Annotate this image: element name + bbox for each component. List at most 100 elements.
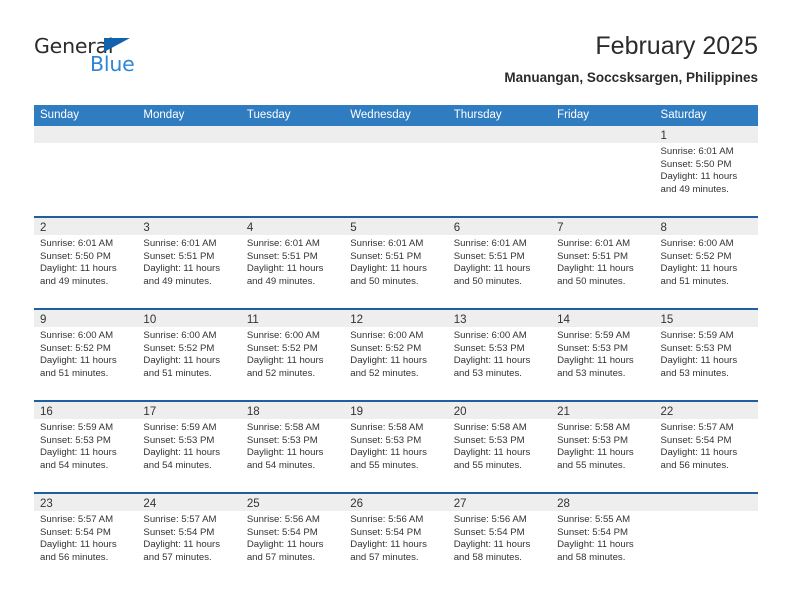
sunrise-text: Sunrise: 5:59 AM — [143, 422, 217, 433]
calendar-day-cell[interactable]: 8 Sunrise: 6:00 AM Sunset: 5:52 PM Daylight… — [654, 218, 758, 308]
sunrise-text: Sunrise: 5:56 AM — [246, 514, 320, 525]
sunset-text: Sunset: 5:53 PM — [350, 434, 422, 446]
daylight-text-line2: and 50 minutes. — [453, 275, 522, 287]
weekday-header-tuesday: Tuesday — [246, 109, 291, 121]
sunrise-text: Sunrise: 6:01 AM — [557, 238, 631, 249]
daylight-text-line1: Daylight: 11 hours — [246, 355, 324, 367]
sunset-text: Sunset: 5:52 PM — [40, 342, 111, 354]
calendar-day-cell[interactable]: 12 Sunrise: 6:00 AM Sunset: 5:52 PM Dayligh… — [344, 310, 448, 400]
day-details: Sunrise: 6:00 AM Sunset: 5:52 PM Daylight:… — [344, 327, 447, 380]
day-details: Sunrise: 5:56 AM Sunset: 5:54 PM Daylight:… — [344, 511, 447, 564]
calendar-day-cell[interactable]: 21 Sunrise: 5:58 AM Sunset: 5:53 PM Dayligh… — [551, 402, 655, 492]
day-details: Sunrise: 6:01 AM Sunset: 5:51 PM Daylight:… — [551, 235, 654, 288]
calendar-day-cell[interactable]: 26 Sunrise: 5:56 AM Sunset: 5:54 PM Dayligh… — [344, 494, 448, 584]
day-number-band: 17 — [137, 402, 241, 419]
day-number: 21 — [557, 406, 570, 418]
daylight-text-line2: and 58 minutes. — [453, 551, 522, 563]
weekday-header-wednesday: Wednesday — [350, 109, 411, 121]
day-details: Sunrise: 5:58 AM Sunset: 5:53 PM Daylight:… — [448, 419, 551, 472]
day-number-band: 6 — [447, 218, 552, 235]
daylight-text-line2: and 57 minutes. — [350, 551, 419, 563]
calendar-weeks: 1 Sunrise: 6:01 AM Sunset: 5:50 PM Daylight… — [34, 126, 758, 584]
calendar-day-cell[interactable]: 3 Sunrise: 6:01 AM Sunset: 5:51 PM Daylight… — [137, 218, 241, 308]
calendar-day-cell[interactable]: 2 Sunrise: 6:01 AM Sunset: 5:50 PM Daylight… — [34, 218, 138, 308]
calendar-day-cell[interactable]: 18 Sunrise: 5:58 AM Sunset: 5:53 PM Dayligh… — [240, 402, 345, 492]
calendar-day-cell[interactable]: 14 Sunrise: 5:59 AM Sunset: 5:53 PM Dayligh… — [551, 310, 655, 400]
weekday-header-thursday: Thursday — [453, 109, 502, 121]
day-number: 6 — [453, 222, 461, 234]
day-number: 23 — [40, 498, 53, 510]
day-number: 2 — [40, 222, 47, 234]
day-number-band: 23 — [34, 494, 138, 511]
day-number-band: 15 — [654, 310, 758, 327]
calendar-day-cell[interactable]: 11 Sunrise: 6:00 AM Sunset: 5:52 PM Dayligh… — [240, 310, 345, 400]
daylight-text-line2: and 55 minutes. — [557, 459, 626, 471]
day-number-band — [137, 126, 241, 143]
calendar-day-cell[interactable]: 24 Sunrise: 5:57 AM Sunset: 5:54 PM Dayligh… — [137, 494, 241, 584]
day-number: 10 — [143, 314, 157, 326]
calendar-day-cell[interactable]: 7 Sunrise: 6:01 AM Sunset: 5:51 PM Daylight… — [551, 218, 655, 308]
daylight-text-line2: and 54 minutes. — [143, 459, 212, 471]
calendar-day-cell[interactable]: 5 Sunrise: 6:01 AM Sunset: 5:51 PM Daylight… — [344, 218, 448, 308]
sunset-text: Sunset: 5:53 PM — [453, 342, 525, 354]
daylight-text-line2: and 50 minutes. — [557, 275, 626, 287]
day-details: Sunrise: 6:01 AM Sunset: 5:50 PM Daylight:… — [34, 235, 137, 288]
sunrise-text: Sunrise: 6:00 AM — [350, 330, 424, 341]
daylight-text-line1: Daylight: 11 hours — [350, 539, 427, 551]
daylight-text-line1: Daylight: 11 hours — [143, 539, 221, 551]
daylight-text-line1: Daylight: 11 hours — [660, 447, 738, 459]
day-details: Sunrise: 6:01 AM Sunset: 5:50 PM Daylight:… — [655, 143, 758, 196]
day-number-band — [240, 126, 345, 143]
day-number: 20 — [453, 406, 467, 418]
calendar-day-cell[interactable]: 15 Sunrise: 5:59 AM Sunset: 5:53 PM Dayligh… — [654, 310, 758, 400]
sunrise-text: Sunrise: 5:59 AM — [557, 330, 631, 341]
calendar-day-cell[interactable]: 4 Sunrise: 6:01 AM Sunset: 5:51 PM Daylight… — [240, 218, 345, 308]
sunrise-text: Sunrise: 6:01 AM — [246, 238, 320, 249]
day-number: 5 — [350, 222, 357, 234]
day-number-band: 13 — [447, 310, 552, 327]
calendar-day-cell[interactable]: 13 Sunrise: 6:00 AM Sunset: 5:53 PM Dayligh… — [447, 310, 552, 400]
day-number: 18 — [246, 406, 260, 418]
title-block: February 2025 Manuangan, Soccsksargen, P… — [504, 30, 758, 86]
calendar-day-cell[interactable]: 10 Sunrise: 6:00 AM Sunset: 5:52 PM Dayligh… — [137, 310, 241, 400]
sunrise-text: Sunrise: 5:58 AM — [350, 422, 424, 433]
day-number: 7 — [557, 222, 564, 234]
calendar-day-cell[interactable]: 28 Sunrise: 5:55 AM Sunset: 5:54 PM Dayligh… — [551, 494, 655, 584]
calendar-day-cell[interactable]: 22 Sunrise: 5:57 AM Sunset: 5:54 PM Dayligh… — [654, 402, 758, 492]
calendar-day-cell[interactable]: 16 Sunrise: 5:59 AM Sunset: 5:53 PM Dayligh… — [34, 402, 138, 492]
day-number-band: 10 — [137, 310, 241, 327]
day-number-band: 27 — [447, 494, 552, 511]
brand-logo[interactable]: General Blue — [34, 34, 234, 90]
calendar-day-cell[interactable]: 20 Sunrise: 5:58 AM Sunset: 5:53 PM Dayligh… — [447, 402, 552, 492]
calendar-day-cell[interactable]: 1 Sunrise: 6:01 AM Sunset: 5:50 PM Daylight… — [654, 126, 758, 216]
calendar-day-cell[interactable]: 17 Sunrise: 5:59 AM Sunset: 5:53 PM Dayligh… — [137, 402, 241, 492]
calendar-day-cell-empty — [137, 126, 241, 216]
daylight-text-line1: Daylight: 11 hours — [350, 263, 427, 275]
calendar-day-cell[interactable]: 27 Sunrise: 5:56 AM Sunset: 5:54 PM Dayligh… — [447, 494, 552, 584]
daylight-text-line1: Daylight: 11 hours — [40, 355, 117, 367]
day-number: 22 — [660, 406, 674, 418]
calendar-day-cell[interactable]: 25 Sunrise: 5:56 AM Sunset: 5:54 PM Dayligh… — [240, 494, 345, 584]
sunrise-text: Sunrise: 6:01 AM — [40, 238, 114, 249]
daylight-text-line1: Daylight: 11 hours — [350, 355, 427, 367]
sunrise-text: Sunrise: 5:57 AM — [660, 422, 734, 433]
calendar-day-cell[interactable]: 23 Sunrise: 5:57 AM Sunset: 5:54 PM Dayligh… — [34, 494, 138, 584]
day-details: Sunrise: 6:01 AM Sunset: 5:51 PM Daylight:… — [137, 235, 240, 288]
calendar-day-cell[interactable]: 6 Sunrise: 6:01 AM Sunset: 5:51 PM Daylight… — [447, 218, 552, 308]
daylight-text-line1: Daylight: 11 hours — [246, 447, 324, 459]
sunset-text: Sunset: 5:54 PM — [453, 526, 525, 538]
day-number: 28 — [557, 498, 570, 510]
sunset-text: Sunset: 5:54 PM — [40, 526, 111, 538]
daylight-text-line2: and 55 minutes. — [453, 459, 522, 471]
day-details: Sunrise: 6:00 AM Sunset: 5:52 PM Daylight:… — [137, 327, 240, 380]
calendar-week-row: 16 Sunrise: 5:59 AM Sunset: 5:53 PM Dayligh… — [34, 400, 758, 492]
day-number: 17 — [143, 406, 157, 418]
calendar-day-cell[interactable]: 19 Sunrise: 5:58 AM Sunset: 5:53 PM Dayligh… — [344, 402, 448, 492]
daylight-text-line2: and 50 minutes. — [350, 275, 419, 287]
daylight-text-line2: and 57 minutes. — [143, 551, 212, 563]
day-number-band — [551, 126, 655, 143]
calendar-day-cell[interactable]: 9 Sunrise: 6:00 AM Sunset: 5:52 PM Daylight… — [34, 310, 138, 400]
sunset-text: Sunset: 5:54 PM — [350, 526, 422, 538]
calendar-day-cell-empty — [34, 126, 138, 216]
daylight-text-line1: Daylight: 11 hours — [660, 355, 738, 367]
